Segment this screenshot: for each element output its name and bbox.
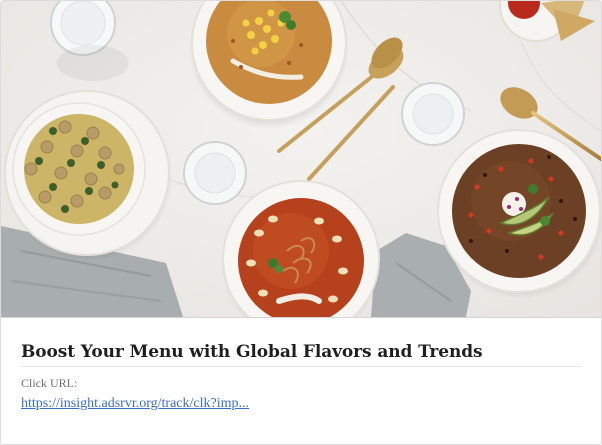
click-url-label: Click URL:: [21, 376, 78, 390]
water-glass-center: [183, 141, 247, 205]
bowl-black-bean-soup: [437, 129, 601, 299]
image-divider: [1, 317, 601, 318]
ad-headline[interactable]: Boost Your Menu with Global Flavors and …: [21, 339, 581, 365]
click-url-link[interactable]: https://insight.adsrvr.org/track/clk?imp…: [21, 396, 249, 412]
ad-card: Boost Your Menu with Global Flavors and …: [0, 0, 602, 445]
bowl-italian-wedding-soup: [4, 90, 173, 261]
water-glass-right: [401, 82, 465, 146]
hero-image[interactable]: [1, 1, 601, 317]
ad-card-body: Boost Your Menu with Global Flavors and …: [21, 339, 581, 412]
headline-divider: [21, 366, 581, 367]
